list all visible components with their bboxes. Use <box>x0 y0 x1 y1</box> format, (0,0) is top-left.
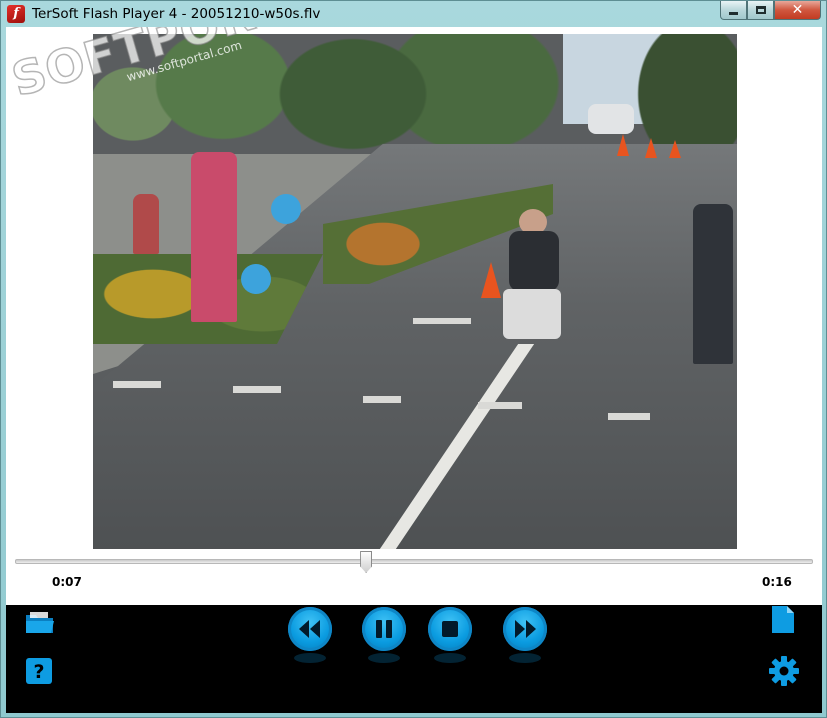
video-scooter-rider <box>503 209 563 349</box>
maximize-button[interactable] <box>747 1 774 20</box>
video-person <box>191 152 237 322</box>
settings-button[interactable] <box>768 655 800 687</box>
flash-app-icon: f <box>7 5 25 23</box>
open-folder-button[interactable] <box>24 609 56 637</box>
video-traffic-cone <box>481 262 501 298</box>
title-bar[interactable]: f TerSoft Flash Player 4 - 20051210-w50s… <box>1 1 826 27</box>
video-lane-mark <box>363 396 401 403</box>
rewind-icon <box>299 620 320 638</box>
video-traffic-cone <box>617 134 629 156</box>
stop-button[interactable] <box>428 607 472 663</box>
svg-text:?: ? <box>33 661 44 683</box>
seek-bar[interactable] <box>15 559 813 564</box>
close-icon: ✕ <box>791 2 804 18</box>
video-lane-mark <box>413 318 471 324</box>
pause-icon <box>376 620 392 638</box>
gear-icon <box>769 656 799 686</box>
rewind-button[interactable] <box>288 607 332 663</box>
video-balloon <box>241 264 271 294</box>
video-traffic-cone <box>645 138 657 158</box>
file-icon <box>772 606 794 633</box>
video-lane-mark <box>233 386 281 393</box>
fast-forward-icon <box>515 620 536 638</box>
pause-button[interactable] <box>362 607 406 663</box>
video-lane-mark <box>478 402 522 409</box>
stop-icon <box>442 621 458 637</box>
file-button[interactable] <box>770 605 796 635</box>
video-balloon <box>271 194 301 224</box>
maximize-icon <box>755 6 766 14</box>
minimize-icon <box>729 11 738 15</box>
caption-buttons: ✕ <box>720 1 821 20</box>
app-window: f TerSoft Flash Player 4 - 20051210-w50s… <box>0 0 827 718</box>
video-person <box>693 204 733 364</box>
help-button[interactable]: ? <box>25 657 53 685</box>
current-time: 0:07 <box>52 575 82 589</box>
video-display[interactable] <box>93 34 737 549</box>
close-button[interactable]: ✕ <box>774 1 821 20</box>
control-bar: ? <box>6 605 822 713</box>
video-car <box>588 104 634 134</box>
seek-thumb[interactable] <box>360 551 373 573</box>
open-folder-icon <box>26 612 54 633</box>
player-client-area: SOFTPORTAL www.softportal.com 0:07 0:16 <box>6 27 822 713</box>
video-lane-mark <box>608 413 650 420</box>
window-title: TerSoft Flash Player 4 - 20051210-w50s.f… <box>32 6 321 22</box>
video-person <box>133 194 159 254</box>
help-icon: ? <box>26 658 52 684</box>
fast-forward-button[interactable] <box>503 607 547 663</box>
video-lane-mark <box>113 381 161 388</box>
minimize-button[interactable] <box>720 1 747 20</box>
total-time: 0:16 <box>762 575 792 589</box>
video-traffic-cone <box>669 140 681 158</box>
